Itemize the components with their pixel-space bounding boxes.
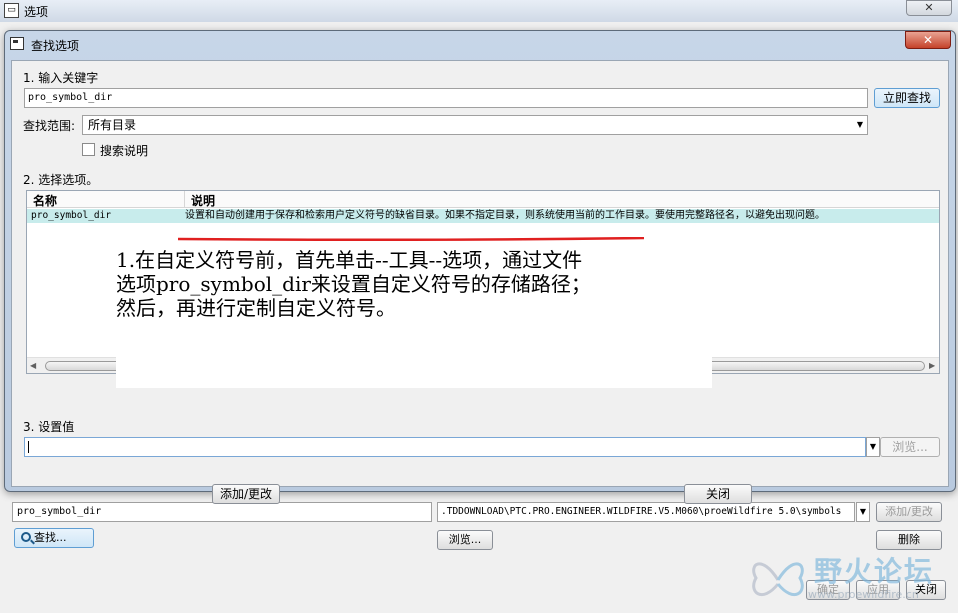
app-icon: ▭ (4, 3, 19, 18)
option-value-dropdown[interactable]: ▼ (856, 502, 870, 522)
add-change-button[interactable]: 添加/更改 (212, 484, 280, 504)
text-caret (28, 441, 29, 453)
column-divider[interactable] (184, 191, 185, 208)
options-window-close-button[interactable]: ✕ (906, 0, 952, 16)
scope-label: 查找范围: (23, 119, 76, 133)
bg-close-button[interactable]: 关闭 (906, 580, 946, 600)
options-window-title: 选项 (24, 5, 49, 19)
scroll-left-icon[interactable]: ◀ (30, 361, 36, 370)
value-input[interactable] (24, 437, 866, 457)
search-description-checkbox[interactable] (82, 143, 95, 156)
scope-value: 所有目录 (88, 118, 137, 132)
chevron-down-icon: ▼ (869, 442, 877, 451)
search-icon (21, 532, 31, 542)
ok-button[interactable]: 确定 (806, 580, 850, 600)
option-description-cell: 设置和自动创建用于保存和检索用户定义符号的缺省目录。如果不指定目录，则系统使用当… (185, 210, 825, 221)
scope-select[interactable]: 所有目录 ▼ (82, 115, 868, 135)
search-description-label: 搜索说明 (100, 144, 149, 158)
close-icon: ✕ (922, 33, 934, 47)
options-window-titlebar: ▭ 选项 ✕ (0, 0, 958, 22)
chevron-down-icon: ▼ (859, 507, 867, 516)
chevron-down-icon: ▼ (856, 120, 863, 129)
find-button[interactable]: 查找... (14, 528, 94, 548)
set-value-section-label: 3. 设置值 (23, 420, 75, 434)
annotation-background (116, 320, 712, 388)
annotation-line-3: 然后，再进行定制自定义符号。 (116, 296, 396, 320)
close-button[interactable]: 关闭 (684, 484, 752, 504)
delete-button[interactable]: 删除 (876, 530, 942, 550)
annotation-text: 1.在自定义符号前，首先单击--工具--选项，通过文件 选项pro_symbol… (116, 248, 716, 320)
bg-add-change-button[interactable]: 添加/更改 (876, 502, 942, 522)
keyword-section-label: 1. 输入关键字 (23, 71, 99, 85)
annotation-line-1: 1.在自定义符号前，首先单击--工具--选项，通过文件 (116, 248, 583, 272)
option-value-field[interactable]: .TDDOWNLOAD\PTC.PRO.ENGINEER.WILDFIRE.V5… (437, 502, 855, 522)
keyword-input[interactable]: pro_symbol_dir (24, 88, 868, 108)
column-header-description[interactable]: 说明 (191, 192, 215, 209)
dialog-title: 查找选项 (31, 39, 80, 53)
dialog-close-x-button[interactable]: ✕ (905, 31, 951, 49)
bg-browse-button[interactable]: 浏览... (437, 530, 493, 550)
dialog-icon (10, 37, 24, 50)
scroll-right-icon[interactable]: ▶ (929, 361, 935, 370)
close-icon: ✕ (924, 1, 934, 14)
select-option-section-label: 2. 选择选项。 (23, 173, 99, 187)
find-button-label: 查找... (34, 531, 67, 544)
column-header-name[interactable]: 名称 (33, 192, 57, 209)
table-header: 名称 说明 (27, 191, 939, 209)
option-name-field[interactable]: pro_symbol_dir (12, 502, 432, 522)
table-row[interactable]: pro_symbol_dir 设置和自动创建用于保存和检索用户定义符号的缺省目录… (27, 209, 939, 223)
option-name-cell: pro_symbol_dir (31, 210, 112, 221)
value-dropdown[interactable]: ▼ (866, 437, 880, 457)
browse-button[interactable]: 浏览... (880, 437, 940, 457)
search-now-button[interactable]: 立即查找 (874, 88, 940, 108)
annotation-line-2: 选项pro_symbol_dir来设置自定义符号的存储路径； (116, 272, 591, 296)
apply-button[interactable]: 应用 (856, 580, 900, 600)
